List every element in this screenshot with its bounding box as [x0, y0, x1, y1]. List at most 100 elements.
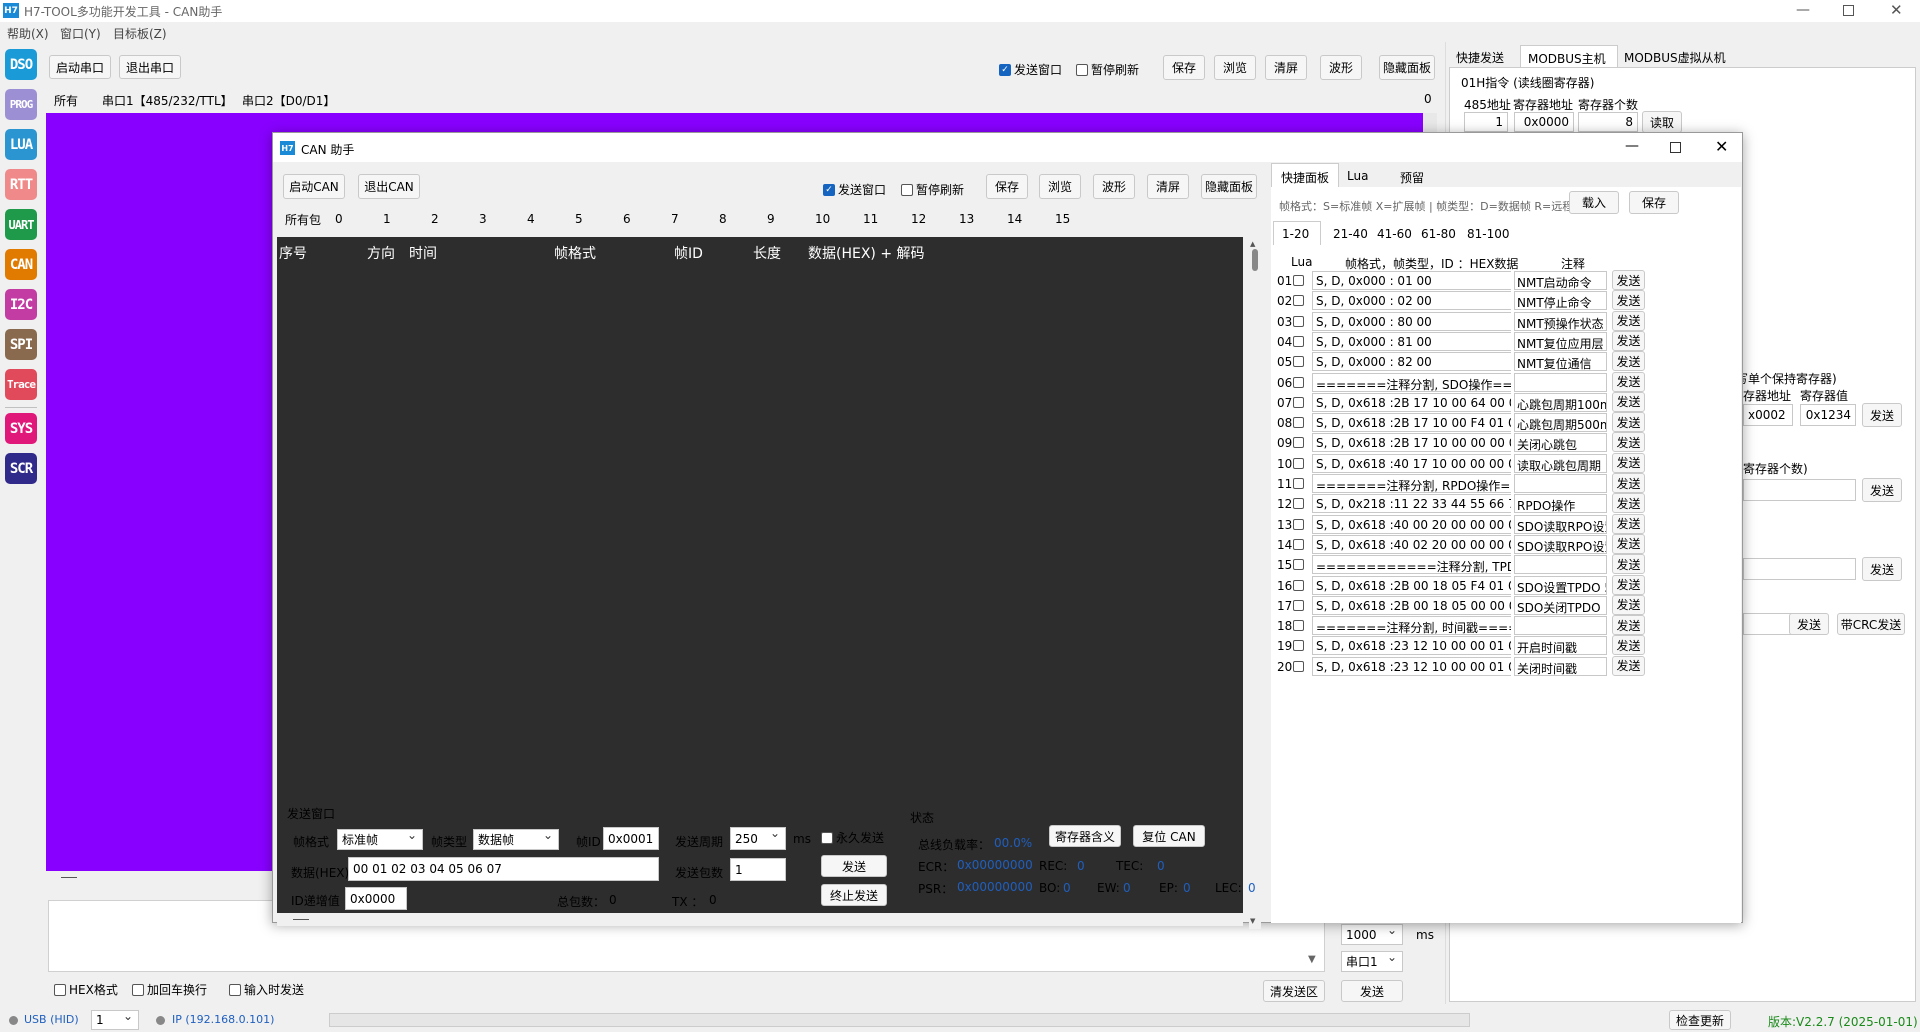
sidebar-scr[interactable]: SCR [5, 453, 37, 484]
can-wave-button[interactable]: 波形 [1093, 174, 1135, 199]
lua-checkbox-icon[interactable] [1293, 275, 1304, 286]
quick-note-input[interactable]: 读取心跳包周期 [1514, 453, 1607, 473]
quick-note-input[interactable]: SDO关闭TPDO [1514, 595, 1607, 615]
clear-send-button[interactable]: 清发送区 [1263, 980, 1325, 1002]
quick-note-input[interactable]: NMT启动命令 [1514, 271, 1607, 290]
main-browse-button[interactable]: 浏览 [1214, 55, 1256, 80]
pkt-tab-all[interactable]: 所有包 [285, 211, 321, 228]
tab-quick-send[interactable]: 快捷发送 [1456, 49, 1504, 66]
reg-meaning-button[interactable]: 寄存器含义 [1049, 825, 1121, 847]
quick-frame-input[interactable]: S, D, 0x618 :2B 17 10 00 64 00 00 00 [1312, 392, 1511, 412]
sidebar-i2c[interactable]: I2C [5, 289, 37, 320]
lua-checkbox-icon[interactable] [1293, 315, 1304, 327]
usb-number-select[interactable]: 1 [91, 1010, 139, 1030]
port-tab-all[interactable]: 所有 [54, 92, 78, 109]
quick-note-input[interactable]: 关闭心跳包 [1514, 433, 1607, 453]
close-icon[interactable]: ✕ [1890, 1, 1903, 19]
stop-port-button[interactable]: 退出串口 [119, 55, 181, 79]
quick-note-input[interactable]: RPDO操作 [1514, 494, 1607, 514]
quick-frame-input[interactable]: S, D, 0x618 :23 12 10 00 00 01 00 C0 [1312, 636, 1511, 656]
sidebar-spi[interactable]: SPI [5, 329, 37, 360]
sidebar-uart[interactable]: UART [5, 209, 37, 240]
quick-frame-input[interactable]: =======注释分割, 时间戳======== [1312, 616, 1511, 636]
quick-note-input[interactable] [1514, 555, 1607, 575]
sidebar-trace[interactable]: Trace [5, 369, 37, 400]
quick-send-button[interactable]: 发送 [1612, 655, 1645, 676]
frame-id-input[interactable]: 0x0001 [603, 827, 659, 850]
can-send-button[interactable]: 发送 [821, 855, 887, 877]
lua-checkbox-icon[interactable] [1293, 335, 1304, 347]
quick-send-button[interactable]: 发送 [1612, 473, 1645, 493]
pkt-tab-12[interactable]: 12 [911, 212, 926, 226]
quick-frame-input[interactable]: =======注释分割, RPDO操作=== [1312, 474, 1511, 493]
page-tab-1[interactable]: 1-20 [1273, 221, 1321, 245]
send-count-input[interactable]: 1 [730, 858, 786, 881]
input-cmd-3[interactable] [1743, 558, 1856, 580]
pkt-tab-5[interactable]: 5 [575, 212, 583, 226]
page-tab-4[interactable]: 61-80 [1421, 227, 1456, 241]
quick-send-button[interactable]: 发送 [1612, 290, 1645, 311]
tab-lua[interactable]: Lua [1347, 169, 1368, 183]
quick-frame-input[interactable]: S, D, 0x000 : 81 00 [1312, 331, 1511, 351]
stop-can-button[interactable]: 退出CAN [358, 174, 420, 199]
sidebar-can[interactable]: CAN [5, 249, 37, 280]
quick-note-input[interactable]: NMT停止命令 [1514, 291, 1607, 311]
minimize-icon[interactable]: — [1796, 2, 1810, 18]
input-reg-count3[interactable] [1743, 479, 1856, 501]
quick-frame-input[interactable]: S, D, 0x000 : 02 00 [1312, 291, 1511, 311]
lua-checkbox-icon[interactable] [1293, 640, 1304, 652]
quick-note-input[interactable] [1514, 372, 1607, 392]
input-addr2[interactable]: x0002 [1743, 404, 1793, 426]
quick-note-input[interactable]: NMT复位通信 [1514, 352, 1607, 372]
quick-frame-input[interactable]: S, D, 0x000 : 80 00 [1312, 311, 1511, 331]
pkt-tab-8[interactable]: 8 [719, 212, 727, 226]
pkt-tab-7[interactable]: 7 [671, 212, 679, 226]
quick-frame-input[interactable]: S, D, 0x618 :40 02 20 00 00 00 00 00 [1312, 534, 1511, 554]
lua-checkbox-icon[interactable] [1293, 396, 1304, 408]
lua-checkbox-icon[interactable] [1293, 559, 1304, 571]
modbus-send-button-1[interactable]: 发送 [1862, 403, 1902, 427]
sidebar-lua[interactable]: LUA [5, 129, 37, 160]
pkt-tab-2[interactable]: 2 [431, 212, 439, 226]
tab-modbus-master[interactable]: MODBUS主机 [1520, 45, 1618, 67]
modbus-send-button-3[interactable]: 发送 [1862, 557, 1902, 581]
can-maximize-icon[interactable] [1670, 142, 1681, 153]
pkt-tab-4[interactable]: 4 [527, 212, 535, 226]
tab-modbus-slave[interactable]: MODBUS虚拟从机 [1624, 49, 1726, 66]
id-inc-input[interactable]: 0x0000 [345, 887, 407, 910]
sidebar-dso[interactable]: DSO [5, 49, 37, 80]
can-hide-panel-button[interactable]: 隐藏面板 [1201, 174, 1257, 199]
quick-send-button[interactable]: 发送 [1612, 594, 1645, 615]
quick-frame-input[interactable]: =======注释分割, SDO操作===== [1312, 372, 1511, 392]
lua-checkbox-icon[interactable] [1293, 417, 1304, 429]
start-port-button[interactable]: 启动串口 [49, 55, 111, 79]
quick-frame-input[interactable]: S, D, 0x218 :11 22 33 44 55 66 77 88 [1312, 494, 1511, 514]
can-send-window-check[interactable]: ✓ 发送窗口 [823, 181, 886, 198]
quick-frame-input[interactable]: ============注释分割, TPDO操作= [1312, 555, 1511, 575]
quick-send-button[interactable]: 发送 [1612, 432, 1645, 453]
pkt-tab-15[interactable]: 15 [1055, 212, 1070, 226]
quick-frame-input[interactable]: S, D, 0x618 :2B 17 10 00 00 00 00 00 [1312, 433, 1511, 453]
input-485-addr[interactable]: 1 [1464, 112, 1508, 132]
quick-send-button[interactable]: 发送 [1612, 310, 1645, 331]
quick-load-button[interactable]: 载入 [1569, 191, 1619, 214]
lua-checkbox-icon[interactable] [1293, 599, 1304, 611]
lua-checkbox-icon[interactable] [1293, 478, 1304, 489]
page-tab-5[interactable]: 81-100 [1467, 227, 1510, 241]
main-send-button[interactable]: 发送 [1341, 980, 1403, 1002]
quick-send-button[interactable]: 发送 [1612, 371, 1645, 392]
lua-checkbox-icon[interactable] [1293, 457, 1304, 469]
quick-note-input[interactable]: SDO读取RPO设置 [1514, 534, 1607, 554]
main-hide-panel-button[interactable]: 隐藏面板 [1379, 55, 1435, 80]
tab-reserved[interactable]: 预留 [1400, 169, 1424, 186]
reset-can-button[interactable]: 复位 CAN [1133, 825, 1205, 847]
crlf-check[interactable]: 加回车换行 [132, 981, 207, 998]
send-period-select[interactable]: 1000 [1341, 924, 1403, 945]
sidebar-prog[interactable]: PROG [5, 89, 37, 120]
stop-send-button[interactable]: 终止发送 [821, 884, 887, 906]
menu-help[interactable]: 帮助(X) [7, 25, 49, 42]
main-send-window-check[interactable]: ✓ 发送窗口 [999, 61, 1062, 78]
menu-window[interactable]: 窗口(Y) [60, 25, 101, 42]
can-log-hscroll[interactable] [277, 914, 1243, 926]
quick-note-input[interactable]: NMT复位应用层 [1514, 331, 1607, 351]
